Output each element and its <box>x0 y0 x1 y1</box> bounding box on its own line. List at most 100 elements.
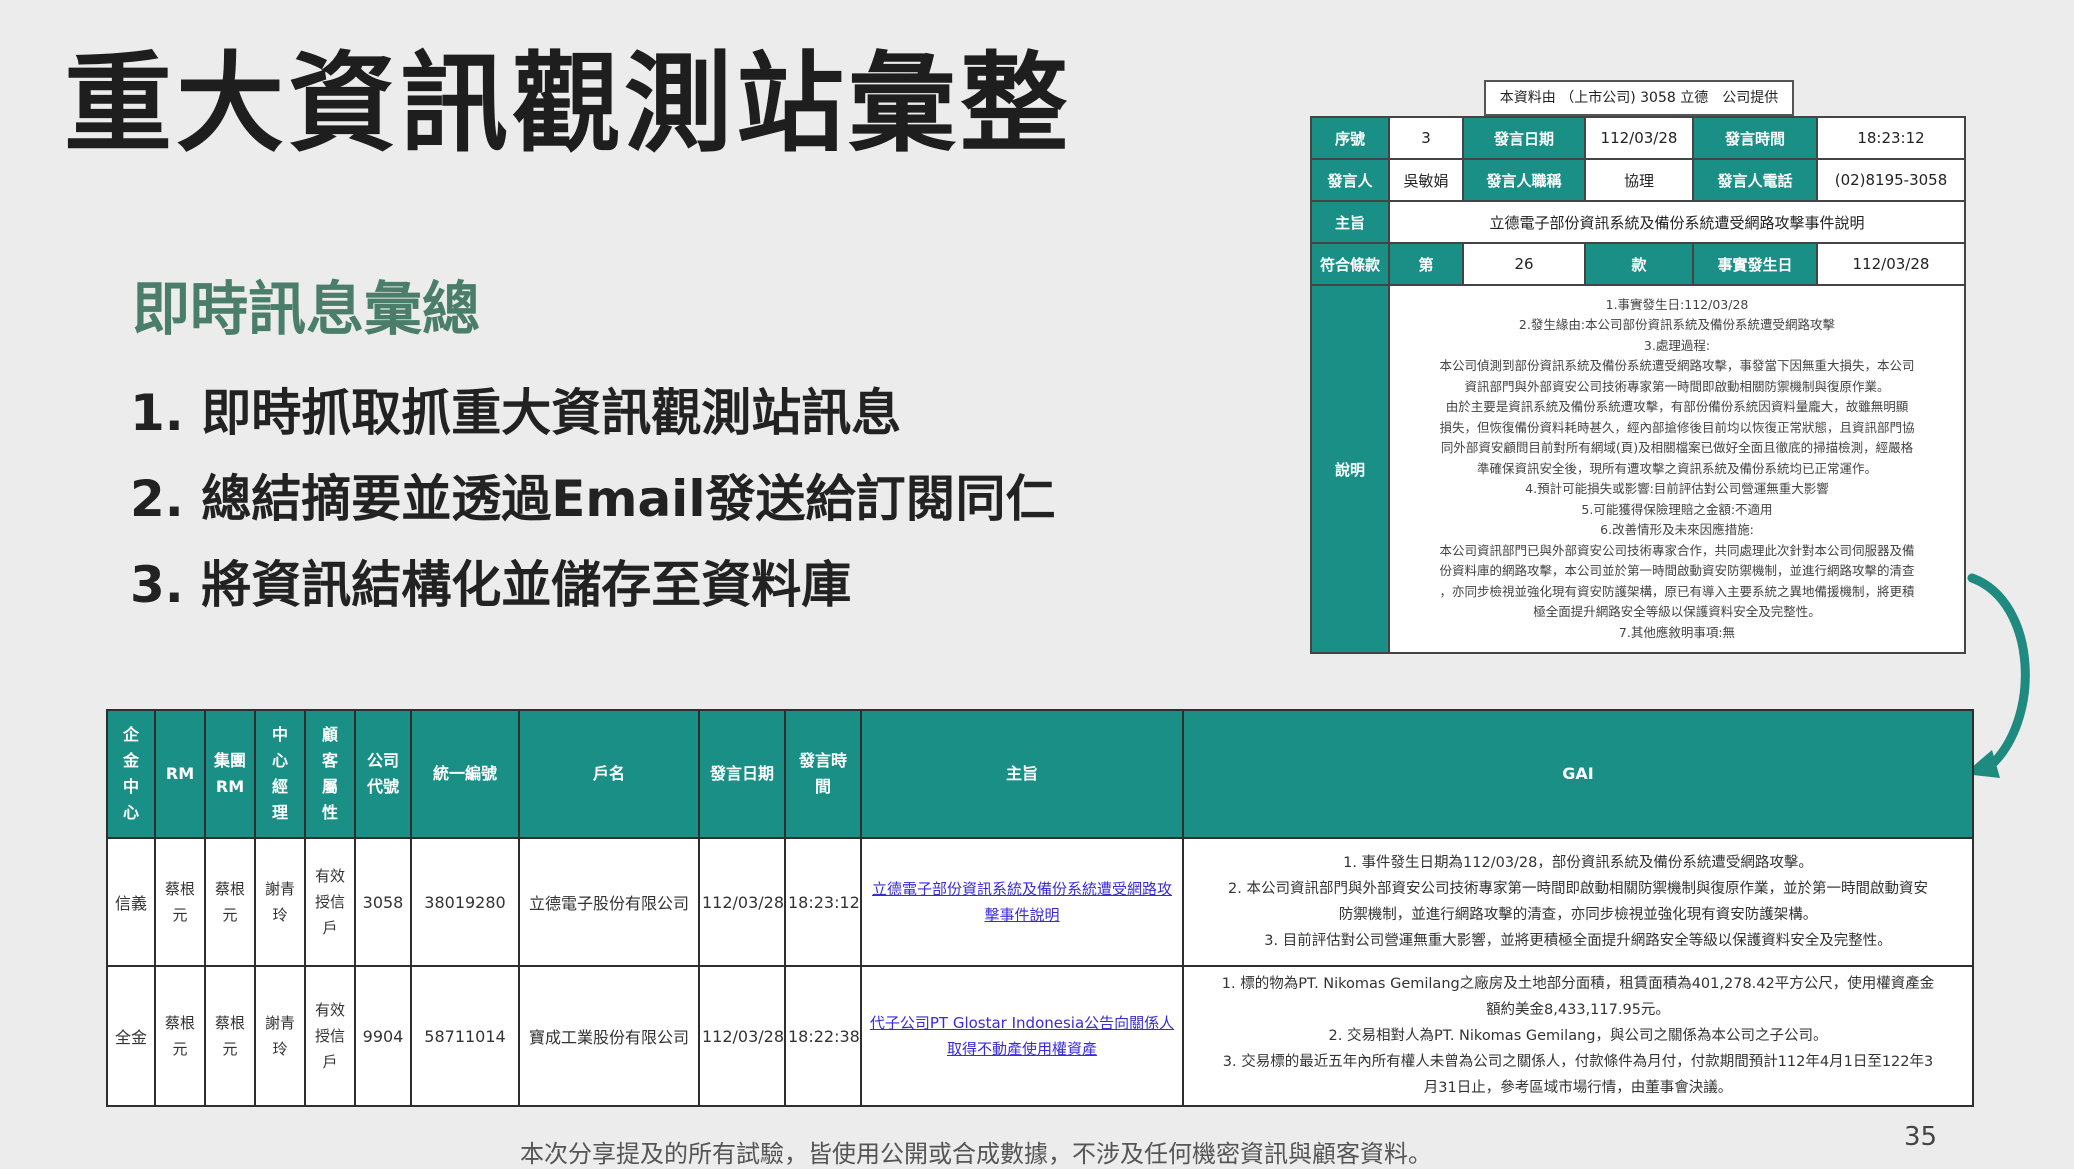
column-header: 企金中心 <box>106 709 156 839</box>
description-line: 資訊部門與外部資安公司技術專家第一時間即啟動相關防禦機制與復原作業。 <box>1464 378 1890 394</box>
description-line: 極全面提升網路安全等級以保護資料安全及完整性。 <box>1533 604 1821 620</box>
cell-tax-id: 38019280 <box>410 837 520 967</box>
bullet-item: 3. 將資訊結構化並儲存至資料庫 <box>130 556 852 614</box>
column-header: 主旨 <box>860 709 1184 839</box>
cell-rm: 蔡根元 <box>154 837 206 967</box>
gai-line: 3. 目前評估對公司營運無重大影響，並將更積極全面提升網路安全等級以保護資料安全… <box>1264 933 1892 949</box>
gai-line: 月31日止，參考區域市場行情，由董事會決議。 <box>1423 1080 1733 1096</box>
detail-label: 主旨 <box>1310 200 1390 244</box>
detail-value: 112/03/28 <box>1816 242 1966 286</box>
column-header: 發言時間 <box>784 709 862 839</box>
description-line: ，亦同步檢視並強化現有資安防護架構，原已有導入主要系統之異地備援機制，將更積 <box>1439 583 1915 599</box>
detail-row: 序號 3 發言日期 112/03/28 發言時間 18:23:12 <box>1310 116 1966 160</box>
cell-time: 18:22:38 <box>784 965 862 1107</box>
subject-link[interactable]: 代子公司PT Glostar Indonesia公告向關係人取得不動產使用權資產 <box>864 1010 1180 1062</box>
detail-label: 序號 <box>1310 116 1390 160</box>
description-line: 本公司偵測到部份資訊系統及備份系統遭受網路攻擊，事發當下因無重大損失，本公司 <box>1439 358 1915 374</box>
column-header: 中心經理 <box>254 709 306 839</box>
description-line: 5.可能獲得保險理賠之金額:不適用 <box>1581 501 1773 517</box>
detail-row: 說明 1.事實發生日:112/03/28 2.發生緣由:本公司部份資訊系統及備份… <box>1310 284 1966 654</box>
detail-subject: 立德電子部份資訊系統及備份系統遭受網路攻擊事件說明 <box>1388 200 1966 244</box>
slide-title: 重大資訊觀測站彙整 <box>64 42 1073 167</box>
column-header: RM <box>154 709 206 839</box>
column-header: 公司代號 <box>354 709 412 839</box>
description-line: 由於主要是資訊系統及備份系統遭攻擊，有部份備份系統因資料量龐大，故雖無明顯 <box>1445 399 1909 415</box>
gai-line: 3. 交易標的最近五年內所有權人未曾為公司之關係人，付款條件為月付，付款期間預計… <box>1222 1054 1934 1070</box>
cell-attr: 有效授信戶 <box>304 965 356 1107</box>
detail-value: 26 <box>1462 242 1586 286</box>
bullet-list: 1. 即時抓取抓重大資訊觀測站訊息 2. 總結摘要並透過Email發送給訂閱同仁… <box>130 370 1055 628</box>
detail-value: 112/03/28 <box>1584 116 1694 160</box>
detail-value: (02)8195-3058 <box>1816 158 1966 202</box>
cell-code: 9904 <box>354 965 412 1107</box>
description-line: 3.處理過程: <box>1643 337 1711 353</box>
description-line: 準確保資訊安全後，現所有遭攻擊之資訊系統及備份系統均已正常運作。 <box>1476 460 1877 476</box>
page-number: 35 <box>1904 1122 1938 1152</box>
column-header: 統一編號 <box>410 709 520 839</box>
detail-row: 主旨 立德電子部份資訊系統及備份系統遭受網路攻擊事件說明 <box>1310 200 1966 244</box>
gai-line: 防禦機制，並進行網路攻擊的清查，亦同步檢視並強化現有資安防護架構。 <box>1338 907 1818 923</box>
cell-subject: 代子公司PT Glostar Indonesia公告向關係人取得不動產使用權資產 <box>860 965 1184 1107</box>
cell-name: 寶成工業股份有限公司 <box>518 965 700 1107</box>
cell-rm: 蔡根元 <box>154 965 206 1107</box>
description-line: 本公司資訊部門已與外部資安公司技術專家合作，共同處理此次針對本公司伺服器及備 <box>1439 542 1915 558</box>
gai-line: 1. 事件發生日期為112/03/28，部份資訊系統及備份系統遭受網路攻擊。 <box>1343 855 1813 871</box>
detail-label: 第 <box>1388 242 1464 286</box>
section-subtitle: 即時訊息彙總 <box>132 275 481 343</box>
detail-label: 發言時間 <box>1692 116 1818 160</box>
description-line: 6.改善情形及未來因應措施: <box>1600 522 1754 538</box>
cell-attr: 有效授信戶 <box>304 837 356 967</box>
description-line: 同外部資安顧問目前對所有網域(頁)及相關檔案已做好全面且徹底的掃描檢測，經嚴格 <box>1440 440 1914 456</box>
detail-label: 發言人職稱 <box>1462 158 1586 202</box>
detail-value: 協理 <box>1584 158 1694 202</box>
cell-code: 3058 <box>354 837 412 967</box>
detail-row: 符合條款 第 26 款 事實發生日 112/03/28 <box>1310 242 1966 286</box>
detail-label: 符合條款 <box>1310 242 1390 286</box>
detail-label: 發言日期 <box>1462 116 1586 160</box>
cell-time: 18:23:12 <box>784 837 862 967</box>
detail-label: 事實發生日 <box>1692 242 1818 286</box>
column-header: 顧客屬性 <box>304 709 356 839</box>
cell-date: 112/03/28 <box>698 837 786 967</box>
detail-label: 發言人電話 <box>1692 158 1818 202</box>
description-line: 4.預計可能損失或影響:目前評估對公司營運無重大影響 <box>1525 481 1829 497</box>
cell-center: 全金 <box>106 965 156 1107</box>
description-line: 1.事實發生日:112/03/28 <box>1605 296 1749 312</box>
description-line: 2.發生緣由:本公司部份資訊系統及備份系統遭受網路攻擊 <box>1518 317 1836 333</box>
detail-label: 款 <box>1584 242 1694 286</box>
detail-value: 吳敏娟 <box>1388 158 1464 202</box>
table-row: 全金 蔡根元 蔡根元 謝青玲 有效授信戶 9904 58711014 寶成工業股… <box>106 965 1974 1107</box>
subject-link[interactable]: 立德電子部份資訊系統及備份系統遭受網路攻擊事件說明 <box>864 876 1180 928</box>
cell-manager: 謝青玲 <box>254 965 306 1107</box>
cell-date: 112/03/28 <box>698 965 786 1107</box>
announcement-detail-table: 序號 3 發言日期 112/03/28 發言時間 18:23:12 發言人 吳敏… <box>1310 116 1966 654</box>
cell-manager: 謝青玲 <box>254 837 306 967</box>
description-line: 損失，但恢復備份資料耗時甚久，經內部搶修後目前均以恢復正常狀態，且資訊部門協 <box>1439 419 1915 435</box>
detail-source-label: 本資料由 （上市公司) 3058 立德 公司提供 <box>1484 80 1794 116</box>
detail-row: 發言人 吳敏娟 發言人職稱 協理 發言人電話 (02)8195-3058 <box>1310 158 1966 202</box>
detail-value: 18:23:12 <box>1816 116 1966 160</box>
column-header: 集團RM <box>204 709 256 839</box>
gai-line: 2. 本公司資訊部門與外部資安公司技術專家第一時間即啟動相關防禦機制與復原作業，… <box>1228 881 1928 897</box>
gai-line: 1. 標的物為PT. Nikomas Gemilang之廠房及土地部分面積，租賃… <box>1221 976 1935 992</box>
table-row: 信義 蔡根元 蔡根元 謝青玲 有效授信戶 3058 38019280 立德電子股… <box>106 837 1974 967</box>
summary-table: 企金中心 RM 集團RM 中心經理 顧客屬性 公司代號 統一編號 戶名 發言日期… <box>106 709 1974 1107</box>
description-line: 7.其他應敘明事項:無 <box>1618 624 1736 640</box>
cell-subject: 立德電子部份資訊系統及備份系統遭受網路攻擊事件說明 <box>860 837 1184 967</box>
detail-label: 說明 <box>1310 284 1390 654</box>
bullet-item: 1. 即時抓取抓重大資訊觀測站訊息 <box>130 384 902 442</box>
table-header-row: 企金中心 RM 集團RM 中心經理 顧客屬性 公司代號 統一編號 戶名 發言日期… <box>106 709 1974 839</box>
cell-tax-id: 58711014 <box>410 965 520 1107</box>
gai-line: 額約美金8,433,117.95元。 <box>1486 1002 1670 1018</box>
gai-line: 2. 交易相對人為PT. Nikomas Gemilang，與公司之關係為本公司… <box>1328 1028 1828 1044</box>
description-line: 份資料庫的網路攻擊，本公司並於第一時間啟動資安防禦機制，並進行網路攻擊的清查 <box>1439 563 1915 579</box>
cell-gai: 1. 事件發生日期為112/03/28，部份資訊系統及備份系統遭受網路攻擊。 2… <box>1182 837 1974 967</box>
cell-name: 立德電子股份有限公司 <box>518 837 700 967</box>
cell-group-rm: 蔡根元 <box>204 965 256 1107</box>
bullet-item: 2. 總結摘要並透過Email發送給訂閱同仁 <box>130 470 1056 528</box>
column-header: GAI <box>1182 709 1974 839</box>
cell-group-rm: 蔡根元 <box>204 837 256 967</box>
detail-description: 1.事實發生日:112/03/28 2.發生緣由:本公司部份資訊系統及備份系統遭… <box>1388 284 1966 654</box>
detail-label: 發言人 <box>1310 158 1390 202</box>
cell-center: 信義 <box>106 837 156 967</box>
